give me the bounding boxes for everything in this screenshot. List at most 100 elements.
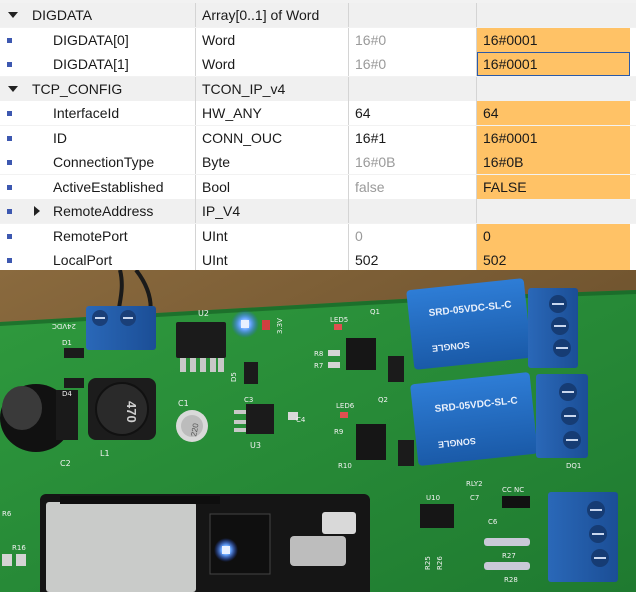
variable-marker-icon <box>7 111 12 116</box>
variable-name: DIGDATA[1] <box>53 56 129 72</box>
cc-nc-label: CC NC <box>502 486 524 494</box>
monitor-value-cell[interactable]: 16#0001 <box>477 52 630 76</box>
start-value-cell: 0 <box>349 224 477 248</box>
name-cell: RemoteAddress <box>22 199 196 223</box>
variable-name: DIGDATA <box>32 7 93 23</box>
start-value-cell <box>349 199 477 223</box>
name-cell: DIGDATA <box>22 3 196 27</box>
u2-label: U2 <box>198 309 209 318</box>
start-value-cell: false <box>349 175 477 199</box>
data-type-cell: UInt <box>196 248 349 272</box>
row-marker <box>0 52 22 76</box>
monitor-value-cell[interactable] <box>477 3 630 27</box>
variable-name: TCP_CONFIG <box>32 81 123 97</box>
r16-label: R16 <box>12 544 26 552</box>
data-type-cell: Array[0..1] of Word <box>196 3 349 27</box>
table-row-digdata-1-[interactable]: DIGDATA[1] Word 16#0 16#0001 <box>0 52 636 76</box>
row-marker <box>0 101 22 125</box>
relay-2 <box>410 372 538 466</box>
r27-label: R27 <box>502 552 516 560</box>
power-label: 24VDC <box>52 322 76 330</box>
monitor-value-cell[interactable]: 16#0001 <box>477 126 630 150</box>
r9-label: R9 <box>334 428 343 436</box>
start-value-cell: 16#0 <box>349 28 477 52</box>
data-type-cell: Word <box>196 28 349 52</box>
variable-marker-icon <box>7 38 12 43</box>
variable-marker-icon <box>7 258 12 263</box>
start-value-cell <box>349 3 477 27</box>
resistor-r28 <box>484 562 530 570</box>
name-cell: DIGDATA[1] <box>22 52 196 76</box>
start-value-cell: 64 <box>349 101 477 125</box>
monitor-value-cell[interactable]: 16#0B <box>477 150 630 174</box>
variable-marker-icon <box>7 62 12 67</box>
table-group-digdata[interactable]: DIGDATA Array[0..1] of Word <box>0 3 636 27</box>
d5-label: D5 <box>230 372 238 382</box>
start-value-cell: 16#0B <box>349 150 477 174</box>
start-value-cell: 16#0 <box>349 52 477 76</box>
diode-lower <box>398 440 414 466</box>
led5-label: LED5 <box>330 316 348 324</box>
resistor-r27 <box>484 538 530 546</box>
monitor-value-cell[interactable]: 0 <box>477 224 630 248</box>
collapsed-arrow-icon[interactable] <box>34 206 40 216</box>
c2-label: C2 <box>60 459 71 468</box>
expand-arrow-icon[interactable] <box>8 86 18 92</box>
start-value-cell <box>349 77 477 101</box>
table-row-localport[interactable]: LocalPort UInt 502 502 <box>0 248 636 272</box>
output-terminal <box>548 492 618 582</box>
pcb-photo: 24VDC U2 3.3V 470 L1 C2 220 C1 D1 D4 D5 … <box>0 270 636 592</box>
c6-label: C6 <box>488 518 498 526</box>
row-marker <box>0 248 22 272</box>
data-type-cell: CONN_OUC <box>196 126 349 150</box>
monitor-value-cell[interactable]: FALSE <box>477 175 630 199</box>
table-row-id[interactable]: ID CONN_OUC 16#1 16#0001 <box>0 126 636 150</box>
variable-marker-icon <box>7 209 12 214</box>
monitor-value-cell[interactable]: 16#0001 <box>477 28 630 52</box>
variable-name: RemotePort <box>53 228 128 244</box>
table-row-remoteport[interactable]: RemotePort UInt 0 0 <box>0 224 636 248</box>
variable-marker-icon <box>7 160 12 165</box>
data-type-cell: HW_ANY <box>196 101 349 125</box>
table-row-activeestablished[interactable]: ActiveEstablished Bool false FALSE <box>0 175 636 199</box>
table-group-tcp-config[interactable]: TCP_CONFIG TCON_IP_v4 <box>0 77 636 101</box>
name-cell: InterfaceId <box>22 101 196 125</box>
led5 <box>334 324 342 330</box>
relay-1-terminal <box>528 288 578 368</box>
jumper-header <box>502 496 530 508</box>
name-cell: ID <box>22 126 196 150</box>
inductor-marking: 470 <box>124 401 139 423</box>
monitor-value-cell[interactable] <box>477 199 630 223</box>
variable-marker-icon <box>7 185 12 190</box>
monitor-value-cell[interactable] <box>477 77 630 101</box>
table-row-digdata-0-[interactable]: DIGDATA[0] Word 16#0 16#0001 <box>0 28 636 52</box>
table-group-remoteaddress[interactable]: RemoteAddress IP_V4 <box>0 199 636 223</box>
diode-d5 <box>244 362 258 384</box>
u2-regulator <box>176 322 226 372</box>
row-marker <box>0 224 22 248</box>
monitor-value-cell[interactable]: 502 <box>477 248 630 272</box>
d1-label: D1 <box>62 339 72 347</box>
data-type-cell: Byte <box>196 150 349 174</box>
transistor-q1-driver <box>346 338 376 370</box>
row-marker <box>0 199 22 223</box>
r25-label: R25 <box>424 556 432 570</box>
table-row-connectiontype[interactable]: ConnectionType Byte 16#0B 16#0B <box>0 150 636 174</box>
name-cell: RemotePort <box>22 224 196 248</box>
relay-1 <box>406 278 532 370</box>
row-marker <box>0 28 22 52</box>
table-row-interfaceid[interactable]: InterfaceId HW_ANY 64 64 <box>0 101 636 125</box>
monitor-value-cell[interactable]: 64 <box>477 101 630 125</box>
r28-label: R28 <box>504 576 518 584</box>
variable-name: ID <box>53 130 67 146</box>
transistor-q2-driver <box>356 424 386 460</box>
variable-name: ConnectionType <box>53 154 155 170</box>
variable-name: InterfaceId <box>53 105 120 121</box>
data-type-cell: Word <box>196 52 349 76</box>
c4-label: C4 <box>296 416 306 424</box>
data-type-cell: IP_V4 <box>196 199 349 223</box>
c1-label: C1 <box>178 399 189 408</box>
data-type-cell: Bool <box>196 175 349 199</box>
variable-name: ActiveEstablished <box>53 179 164 195</box>
expand-arrow-icon[interactable] <box>8 12 18 18</box>
